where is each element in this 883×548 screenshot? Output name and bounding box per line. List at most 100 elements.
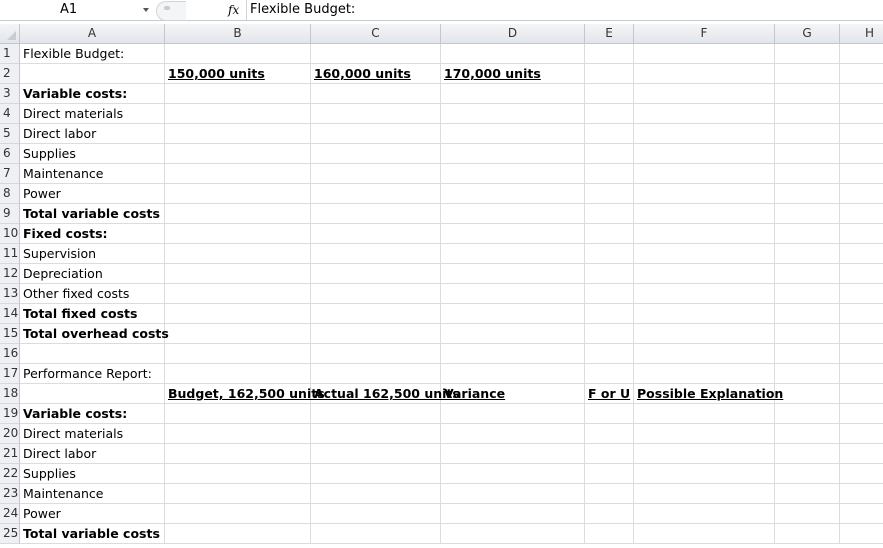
column-header-g[interactable]: G [775, 24, 840, 44]
cell-h17[interactable] [840, 364, 883, 384]
cell-f6[interactable] [634, 144, 775, 164]
row-header-24[interactable]: 24 [0, 504, 20, 524]
cell-c1[interactable] [311, 44, 441, 64]
cell-g9[interactable] [775, 204, 840, 224]
cell-g13[interactable] [775, 284, 840, 304]
cell-g15[interactable] [775, 324, 840, 344]
cell-d9[interactable] [441, 204, 585, 224]
cell-a9[interactable]: Total variable costs [20, 204, 165, 224]
cell-b22[interactable] [165, 464, 311, 484]
cell-h22[interactable] [840, 464, 883, 484]
cell-c17[interactable] [311, 364, 441, 384]
row-header-1[interactable]: 1 [0, 44, 20, 64]
cell-e6[interactable] [585, 144, 634, 164]
cell-b19[interactable] [165, 404, 311, 424]
cell-a15[interactable]: Total overhead costs [20, 324, 169, 344]
cell-c15[interactable] [311, 324, 441, 344]
cell-g4[interactable] [775, 104, 840, 124]
cell-c16[interactable] [311, 344, 441, 364]
row-header-2[interactable]: 2 [0, 64, 20, 84]
cell-g1[interactable] [775, 44, 840, 64]
cell-e8[interactable] [585, 184, 634, 204]
row-header-3[interactable]: 3 [0, 84, 20, 104]
cell-c22[interactable] [311, 464, 441, 484]
cell-h4[interactable] [840, 104, 883, 124]
cell-d15[interactable] [441, 324, 585, 344]
cell-a21[interactable]: Direct labor [20, 444, 165, 464]
cell-d17[interactable] [441, 364, 585, 384]
cell-a4[interactable]: Direct materials [20, 104, 165, 124]
cell-f1[interactable] [634, 44, 775, 64]
cell-b20[interactable] [165, 424, 311, 444]
cell-a24[interactable]: Power [20, 504, 165, 524]
cell-f7[interactable] [634, 164, 775, 184]
cell-f12[interactable] [634, 264, 775, 284]
cell-f4[interactable] [634, 104, 775, 124]
cell-b23[interactable] [165, 484, 311, 504]
cell-g22[interactable] [775, 464, 840, 484]
cell-h21[interactable] [840, 444, 883, 464]
cell-h13[interactable] [840, 284, 883, 304]
cell-a23[interactable]: Maintenance [20, 484, 165, 504]
cell-d19[interactable] [441, 404, 585, 424]
cell-d12[interactable] [441, 264, 585, 284]
cell-c6[interactable] [311, 144, 441, 164]
cell-d24[interactable] [441, 504, 585, 524]
cell-a2[interactable] [20, 64, 165, 84]
row-header-4[interactable]: 4 [0, 104, 20, 124]
cell-g21[interactable] [775, 444, 840, 464]
cell-a5[interactable]: Direct labor [20, 124, 165, 144]
cell-e18[interactable]: F or U [585, 384, 634, 404]
cell-b2[interactable]: 150,000 units [165, 64, 311, 84]
cell-c13[interactable] [311, 284, 441, 304]
cell-g11[interactable] [775, 244, 840, 264]
cell-h12[interactable] [840, 264, 883, 284]
cell-h16[interactable] [840, 344, 883, 364]
column-header-h[interactable]: H [840, 24, 883, 44]
cell-h20[interactable] [840, 424, 883, 444]
cell-h15[interactable] [840, 324, 883, 344]
cell-f10[interactable] [634, 224, 775, 244]
cell-g12[interactable] [775, 264, 840, 284]
cell-e9[interactable] [585, 204, 634, 224]
cell-f25[interactable] [634, 524, 775, 544]
row-header-15[interactable]: 15 [0, 324, 20, 344]
cell-e20[interactable] [585, 424, 634, 444]
cell-e5[interactable] [585, 124, 634, 144]
cell-g24[interactable] [775, 504, 840, 524]
name-box-dropdown-icon[interactable] [143, 8, 149, 12]
cell-e14[interactable] [585, 304, 634, 324]
cell-a22[interactable]: Supplies [20, 464, 165, 484]
cell-e24[interactable] [585, 504, 634, 524]
cell-d5[interactable] [441, 124, 585, 144]
cell-c19[interactable] [311, 404, 441, 424]
cell-b9[interactable] [165, 204, 311, 224]
cell-d25[interactable] [441, 524, 585, 544]
cell-d20[interactable] [441, 424, 585, 444]
cell-e25[interactable] [585, 524, 634, 544]
cell-e1[interactable] [585, 44, 634, 64]
cell-f11[interactable] [634, 244, 775, 264]
cell-d13[interactable] [441, 284, 585, 304]
cell-c2[interactable]: 160,000 units [311, 64, 441, 84]
cell-e16[interactable] [585, 344, 634, 364]
cell-h24[interactable] [840, 504, 883, 524]
cell-f5[interactable] [634, 124, 775, 144]
cell-d16[interactable] [441, 344, 585, 364]
cell-g8[interactable] [775, 184, 840, 204]
cell-f14[interactable] [634, 304, 775, 324]
row-header-5[interactable]: 5 [0, 124, 20, 144]
cell-b1[interactable] [165, 44, 311, 64]
cell-a18[interactable] [20, 384, 165, 404]
cell-e22[interactable] [585, 464, 634, 484]
cell-g17[interactable] [775, 364, 840, 384]
cell-b13[interactable] [165, 284, 311, 304]
cell-g7[interactable] [775, 164, 840, 184]
cell-b24[interactable] [165, 504, 311, 524]
row-header-11[interactable]: 11 [0, 244, 20, 264]
row-header-12[interactable]: 12 [0, 264, 20, 284]
row-header-13[interactable]: 13 [0, 284, 20, 304]
cell-f20[interactable] [634, 424, 775, 444]
cell-e17[interactable] [585, 364, 634, 384]
cell-a16[interactable] [20, 344, 165, 364]
